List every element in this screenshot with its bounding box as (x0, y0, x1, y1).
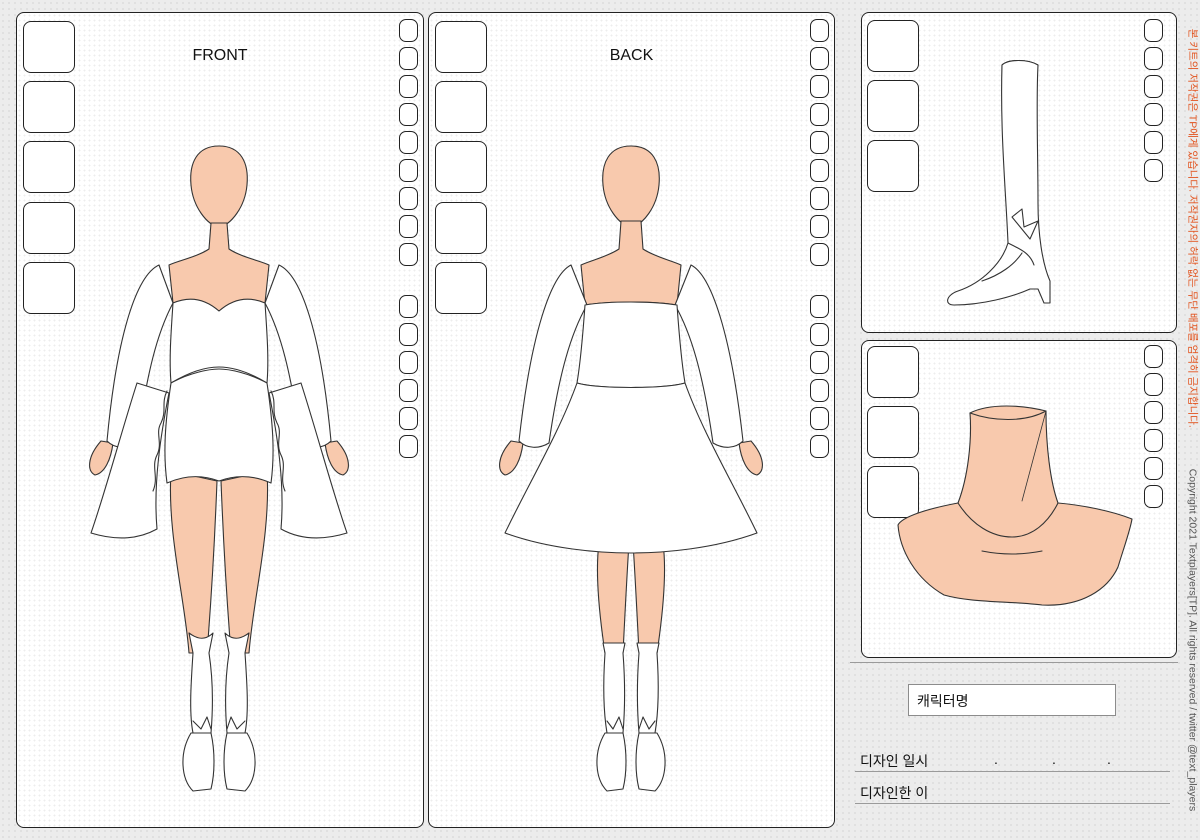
back-figure-illustration (499, 145, 763, 792)
neck-detail-panel (861, 340, 1177, 658)
copyright-notice: 본 키트의 저작권은 TP에게 있습니다. 저작권자의 허락 없는 무단 배포를… (1186, 28, 1199, 428)
date-separator: . (994, 751, 998, 767)
date-separator: . (1052, 751, 1056, 767)
designer-label: 디자인한 이 (860, 785, 929, 801)
shoe-detail-panel (861, 12, 1177, 333)
boot-illustration (947, 59, 1051, 306)
date-separator: . (1107, 751, 1111, 767)
back-view-panel: BACK (428, 12, 835, 828)
character-name-field[interactable]: 캐릭터명 (908, 684, 1116, 716)
front-figure-illustration (89, 145, 349, 792)
design-date-line (855, 771, 1170, 772)
designer-line (855, 803, 1170, 804)
design-date-label: 디자인 일시 (860, 753, 929, 769)
neck-bust-illustration (897, 405, 1133, 606)
copyright-main: Copyright 2021 Textplayers[TP]. All righ… (1186, 468, 1199, 812)
copyright-vertical-text: 본 키트의 저작권은 TP에게 있습니다. 저작권자의 허락 없는 무단 배포를… (1185, 10, 1200, 830)
front-view-panel: FRONT (16, 12, 424, 828)
